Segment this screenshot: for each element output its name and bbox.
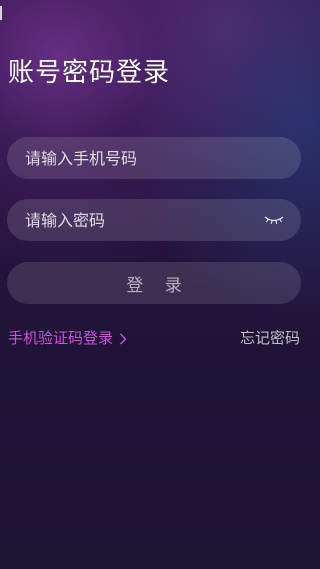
password-field-container <box>7 199 301 241</box>
sms-login-label: 手机验证码登录 <box>8 329 114 347</box>
eye-closed-icon[interactable] <box>263 212 285 228</box>
phone-field-container <box>7 137 301 179</box>
page-title: 账号密码登录 <box>8 58 171 88</box>
login-button[interactable]: 登 录 <box>7 262 301 304</box>
password-input[interactable] <box>25 199 255 241</box>
chevron-right-icon <box>116 331 130 345</box>
forgot-password-link[interactable]: 忘记密码 <box>240 328 300 348</box>
phone-input[interactable] <box>25 137 255 179</box>
sms-login-link[interactable]: 手机验证码登录 <box>8 328 130 348</box>
back-edge-icon[interactable] <box>0 6 2 20</box>
